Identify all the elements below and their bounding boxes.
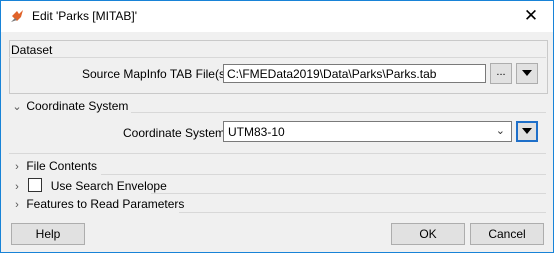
divider: [101, 174, 546, 175]
ok-button[interactable]: OK: [391, 223, 465, 245]
features-to-read-section-header[interactable]: › Features to Read Parameters: [11, 197, 184, 213]
divider: [131, 112, 546, 113]
triangle-down-icon: [522, 128, 532, 134]
chevron-right-icon: ›: [15, 161, 19, 173]
title-bar: Edit 'Parks [MITAB]' ✕: [1, 1, 553, 32]
source-file-input[interactable]: C:\FMEData2019\Data\Parks\Parks.tab: [223, 64, 486, 83]
chevron-right-icon: ›: [15, 181, 19, 193]
coordinate-system-value: UTM83-10: [228, 125, 285, 139]
coordinate-system-section-header[interactable]: ⌄ Coordinate System: [11, 99, 128, 115]
divider: [9, 57, 546, 58]
coordinate-system-label: Coordinate System:: [123, 126, 229, 140]
coordinate-system-header: Coordinate System: [26, 99, 129, 113]
search-envelope-section-header[interactable]: › Use Search Envelope: [11, 178, 167, 194]
divider: [151, 193, 546, 194]
window-title: Edit 'Parks [MITAB]': [32, 9, 138, 23]
divider: [179, 212, 546, 213]
fme-app-icon: [11, 10, 23, 22]
file-contents-section-header[interactable]: › File Contents: [11, 159, 97, 175]
chevron-right-icon: ›: [15, 199, 19, 211]
browse-button[interactable]: ...: [490, 63, 512, 84]
source-options-button[interactable]: [516, 63, 538, 84]
divider: [9, 153, 546, 154]
file-contents-label: File Contents: [26, 159, 98, 173]
use-search-envelope-label: Use Search Envelope: [50, 179, 167, 193]
coordinate-system-select[interactable]: UTM83-10 ⌄: [223, 121, 512, 142]
triangle-down-icon: [522, 70, 532, 76]
edit-dialog: Edit 'Parks [MITAB]' ✕ Dataset Source Ma…: [0, 0, 554, 253]
dataset-header: Dataset: [11, 43, 53, 57]
features-to-read-label: Features to Read Parameters: [26, 197, 185, 211]
coordinate-system-options-button[interactable]: [516, 121, 538, 142]
chevron-down-icon: ⌄: [12, 101, 22, 113]
close-icon[interactable]: ✕: [519, 5, 543, 27]
help-button[interactable]: Help: [11, 223, 85, 245]
use-search-envelope-checkbox[interactable]: [28, 178, 43, 192]
chevron-down-icon: ⌄: [495, 125, 505, 137]
source-file-label: Source MapInfo TAB File(s):: [82, 67, 233, 81]
cancel-button[interactable]: Cancel: [470, 223, 544, 245]
